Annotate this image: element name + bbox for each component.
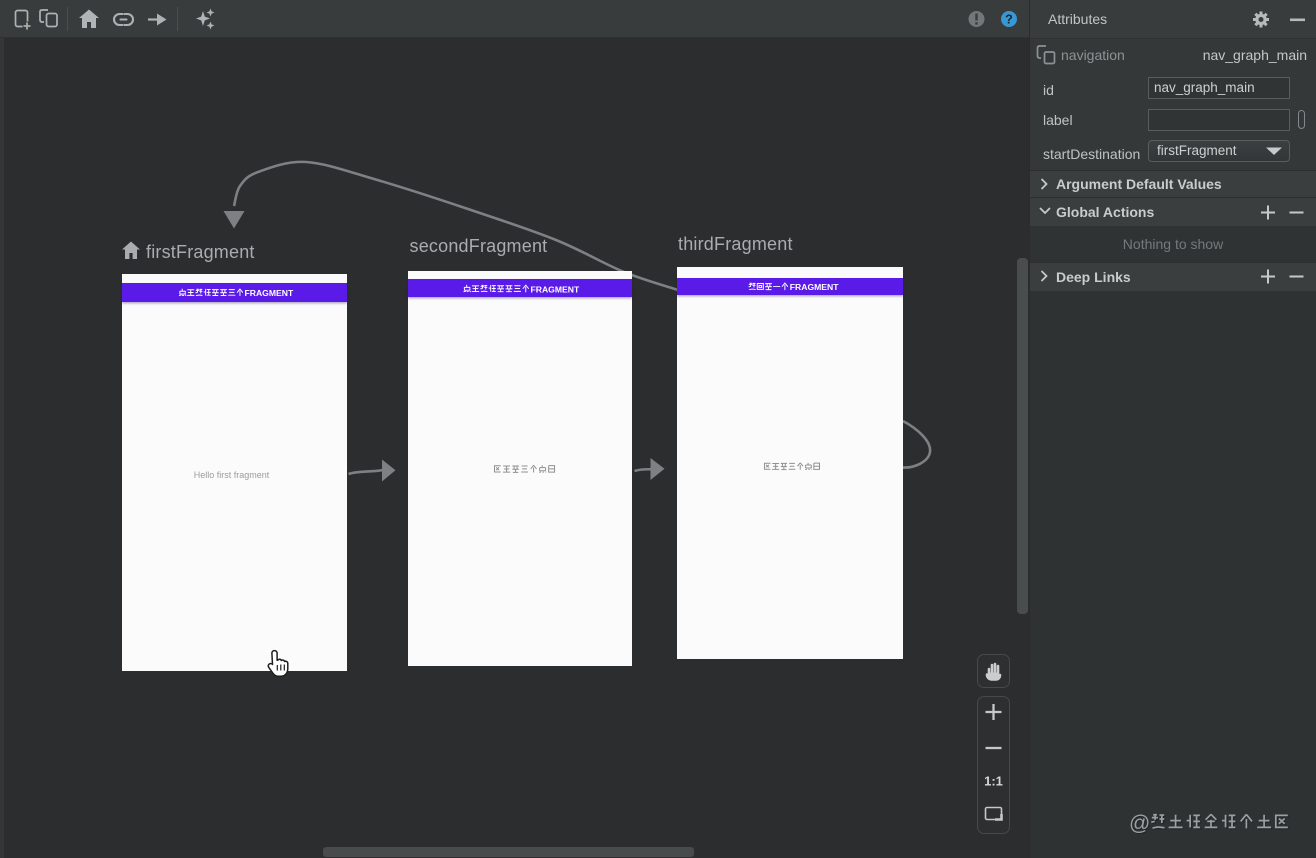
svg-text:@: @ <box>1129 812 1150 835</box>
